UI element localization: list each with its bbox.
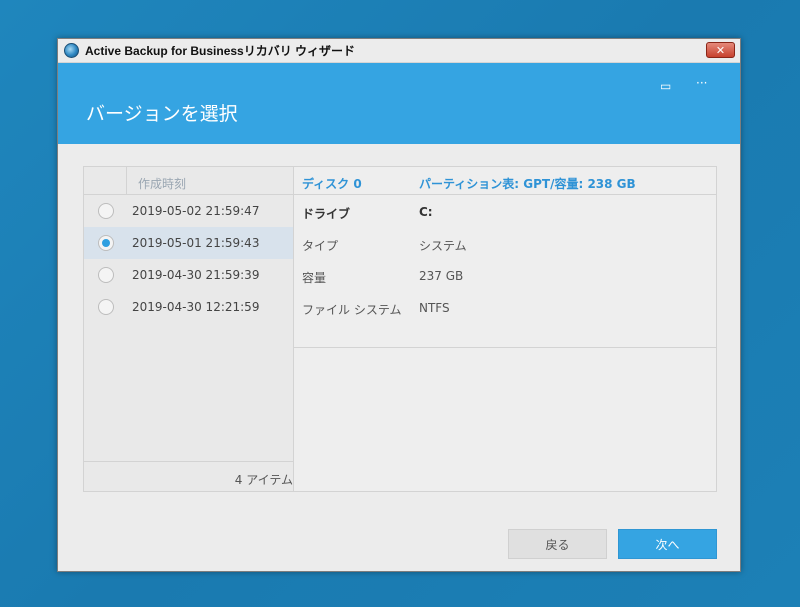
detail-value: システム	[419, 239, 467, 253]
version-list: 作成時刻 2019-05-02 21:59:47 2019-05-01 21:5…	[83, 166, 294, 492]
monitor-icon[interactable]: ▭	[660, 79, 671, 93]
recovery-wizard-window: Active Backup for Businessリカバリ ウィザード ✕ ▭…	[57, 38, 741, 572]
detail-key: 容量	[302, 271, 327, 285]
item-count: 4 アイテム	[234, 473, 293, 487]
detail-row-capacity: 容量 237 GB	[294, 259, 716, 291]
disk-name: ディスク 0	[302, 177, 362, 191]
version-radio[interactable]	[98, 267, 114, 283]
version-date: 2019-05-02 21:59:47	[132, 204, 260, 218]
version-list-header[interactable]: 作成時刻	[84, 167, 293, 195]
detail-value: C:	[419, 205, 433, 219]
detail-row-type: タイプ システム	[294, 227, 716, 259]
title-bar[interactable]: Active Backup for Businessリカバリ ウィザード ✕	[58, 39, 740, 63]
detail-key: タイプ	[302, 239, 339, 253]
version-date: 2019-04-30 21:59:39	[132, 268, 260, 282]
window-title: Active Backup for Businessリカバリ ウィザード	[85, 44, 356, 58]
wizard-header: ▭ ··· バージョンを選択	[58, 63, 740, 144]
version-row[interactable]: 2019-04-30 21:59:39	[84, 259, 293, 291]
version-radio-checked[interactable]	[98, 235, 114, 251]
disk-details-panel: ディスク 0 パーティション表: GPT/容量: 238 GB ドライブ C: …	[293, 166, 717, 492]
detail-value: 237 GB	[419, 269, 464, 283]
version-row[interactable]: 2019-04-30 12:21:59	[84, 291, 293, 323]
detail-value: NTFS	[419, 301, 450, 315]
version-list-footer: 4 アイテム	[84, 461, 293, 491]
version-radio[interactable]	[98, 203, 114, 219]
page-title: バージョンを選択	[86, 103, 238, 125]
disk-header: ディスク 0 パーティション表: GPT/容量: 238 GB	[294, 167, 716, 195]
panel-divider	[294, 347, 716, 348]
content-area: 作成時刻 2019-05-02 21:59:47 2019-05-01 21:5…	[83, 166, 717, 493]
detail-key: ファイル システム	[302, 303, 402, 317]
back-button[interactable]: 戻る	[508, 529, 607, 559]
next-button[interactable]: 次へ	[618, 529, 717, 559]
column-divider	[126, 167, 127, 195]
detail-key: ドライブ	[302, 207, 351, 221]
more-icon[interactable]: ···	[696, 76, 707, 90]
version-row[interactable]: 2019-05-02 21:59:47	[84, 195, 293, 227]
detail-row-drive: ドライブ C:	[294, 195, 716, 227]
version-date: 2019-04-30 12:21:59	[132, 300, 260, 314]
version-row-selected[interactable]: 2019-05-01 21:59:43	[84, 227, 293, 259]
column-header-created-time[interactable]: 作成時刻	[138, 175, 186, 192]
close-button[interactable]: ✕	[706, 42, 735, 58]
app-logo-icon	[64, 43, 79, 58]
version-date: 2019-05-01 21:59:43	[132, 236, 260, 250]
partition-info: パーティション表: GPT/容量: 238 GB	[419, 177, 636, 191]
detail-row-filesystem: ファイル システム NTFS	[294, 291, 716, 323]
version-radio[interactable]	[98, 299, 114, 315]
